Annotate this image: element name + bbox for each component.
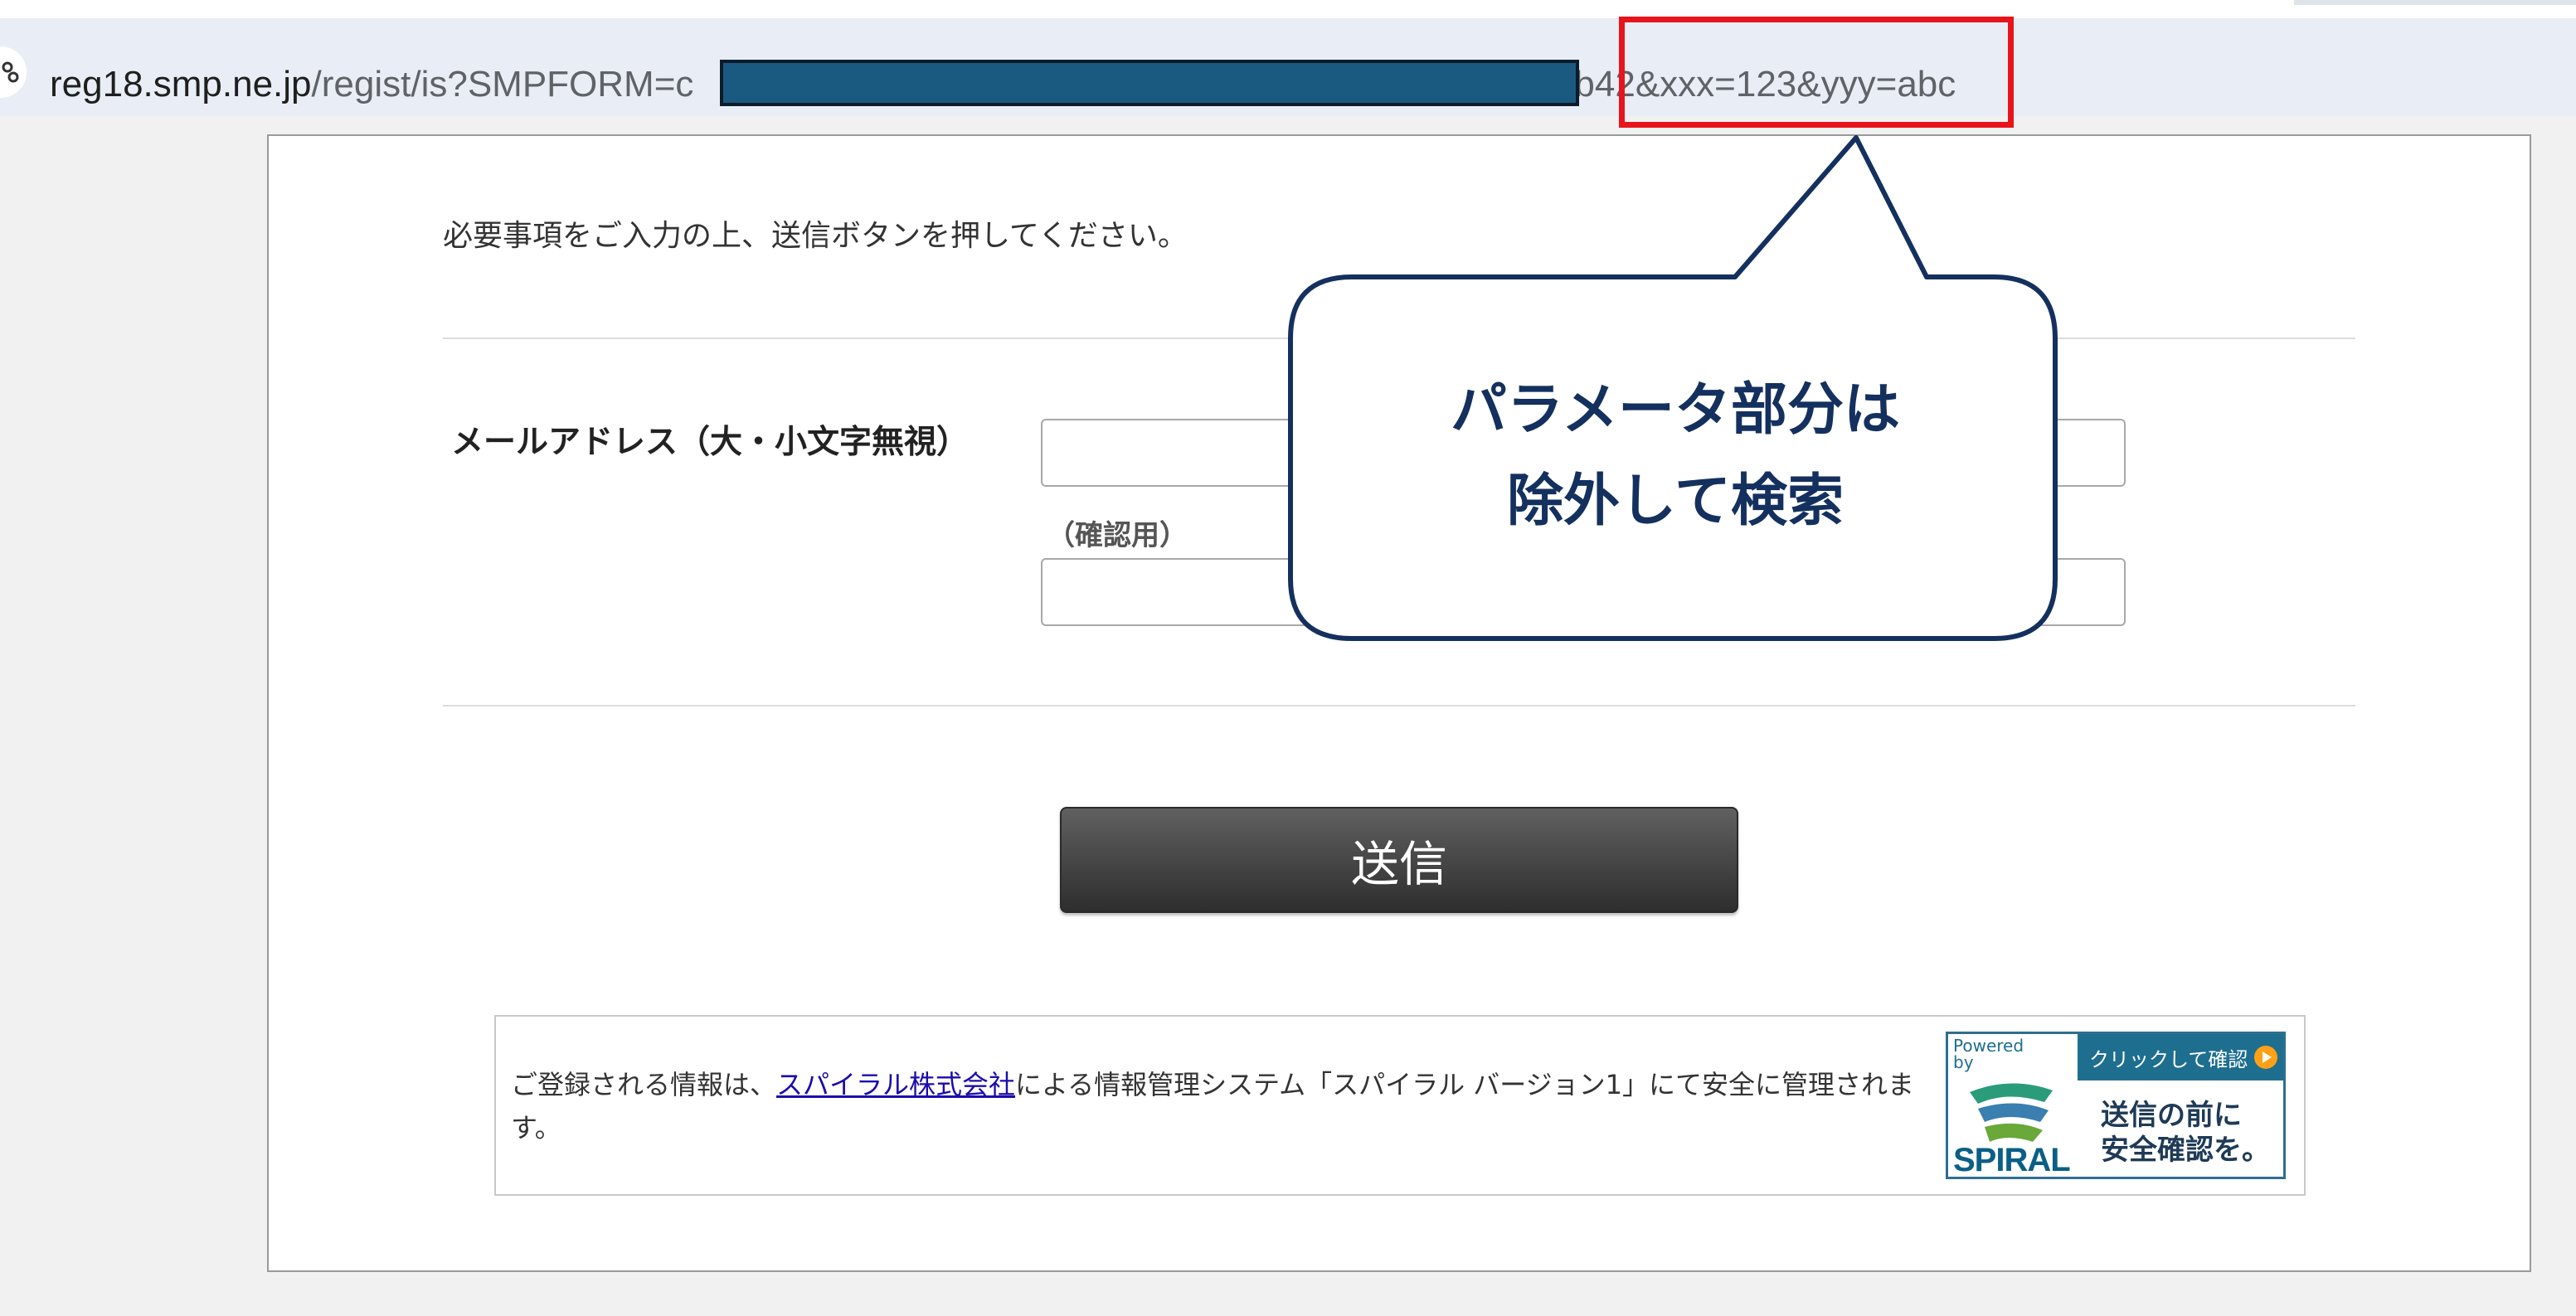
callout-bubble xyxy=(1288,135,2058,641)
callout-line1: パラメータ部分は xyxy=(1451,377,1900,443)
callout-line2: 除外して検索 xyxy=(1507,469,1844,534)
callout-text: パラメータ部分は 除外して検索 xyxy=(1294,365,2057,547)
